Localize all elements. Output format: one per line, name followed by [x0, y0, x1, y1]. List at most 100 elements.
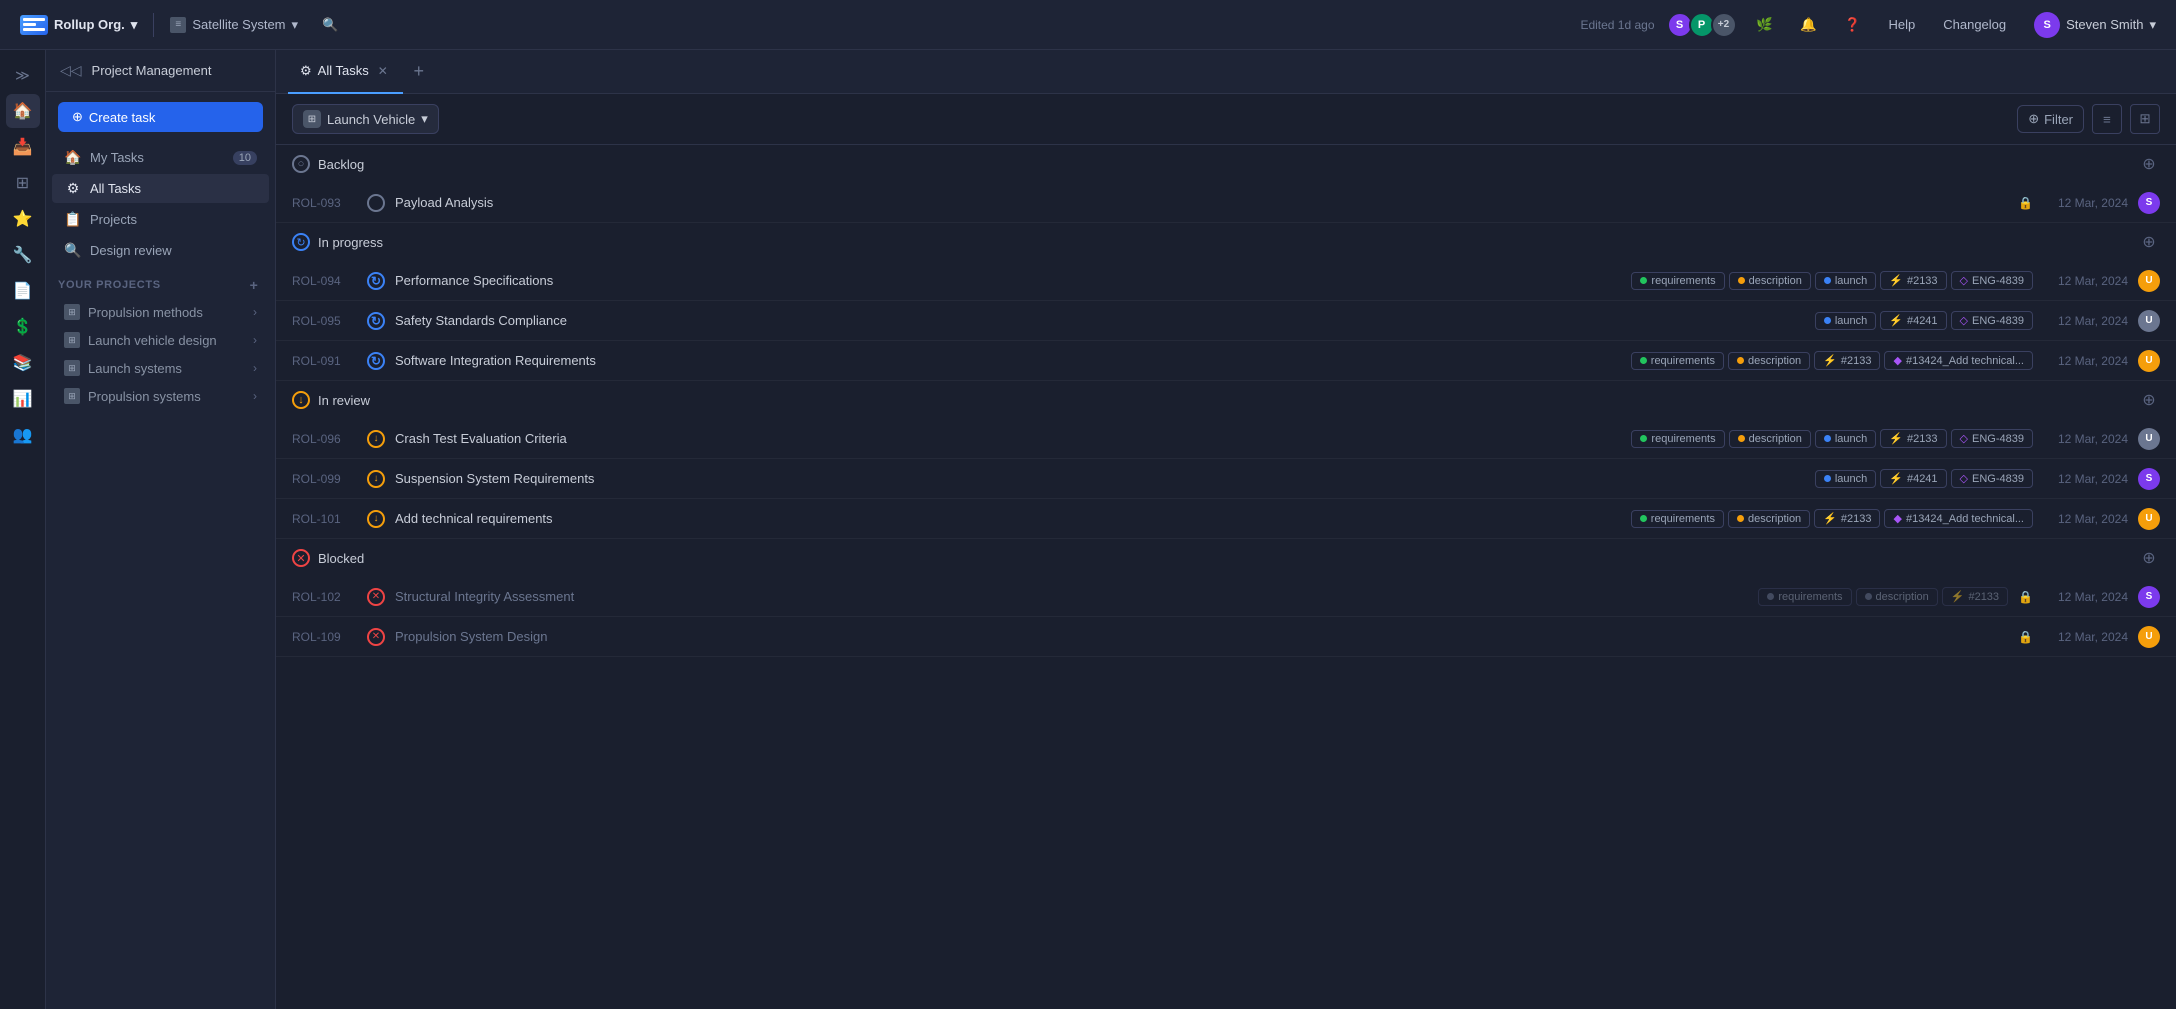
link-2133-096: ⚡#2133 [1880, 429, 1946, 448]
task-row-rol-095[interactable]: ROL-095 ↻ Safety Standards Compliance la… [276, 301, 2176, 341]
tab-add-button[interactable]: + [405, 58, 433, 86]
task-avatar-rol-099: S [2138, 468, 2160, 490]
topbar-right: Edited 1d ago S P +2 🌿 🔔 ❓ Help Changelo… [1580, 8, 2164, 42]
project-item-launch-vehicle-design[interactable]: ⊞ Launch vehicle design › [52, 327, 269, 353]
group-header-inprogress[interactable]: ↻ In progress ⊕ [276, 223, 2176, 261]
project-label-launch-systems: Launch systems [88, 361, 245, 376]
launch-vehicle-group-button[interactable]: ⊞ Launch Vehicle ▾ [292, 104, 439, 134]
main-layout: ≫ 🏠 📥 ⊞ ⭐ 🔧 📄 💲 📚 📊 👥 ◁◁ Project Managem… [0, 50, 2176, 1009]
left-panel-title: Project Management [92, 63, 263, 78]
nav-item-all-tasks[interactable]: ⚙ All Tasks [52, 174, 269, 203]
project-item-propulsion-systems[interactable]: ⊞ Propulsion systems › [52, 383, 269, 409]
all-tasks-icon: ⚙ [64, 180, 82, 197]
sidebar-icon-tools[interactable]: 🔧 [6, 238, 40, 272]
link-13424-101: ◆#13424_Add technical... [1884, 509, 2033, 528]
org-logo[interactable]: Rollup Org. ▾ [12, 11, 145, 39]
sidebar-icon-home[interactable]: 🏠 [6, 94, 40, 128]
link-2133-102: ⚡#2133 [1942, 587, 2008, 606]
sidebar-expand-button[interactable]: ≫ [6, 58, 40, 92]
group-title-inprogress: In progress [318, 235, 383, 250]
projects-add-button[interactable]: + [245, 276, 263, 294]
task-name-rol-102: Structural Integrity Assessment [395, 589, 1748, 604]
task-date-rol-099: 12 Mar, 2024 [2043, 472, 2128, 486]
project-icon-launch-systems: ⊞ [64, 360, 80, 376]
search-button[interactable]: 🔍 [314, 13, 346, 37]
diamond-icon-091: ◆ [1893, 354, 1901, 367]
group-add-backlog[interactable]: ⊕ [2138, 153, 2160, 175]
alerts-icon-button[interactable]: 🔔 [1793, 9, 1825, 41]
list-view-button[interactable]: ≡ [2092, 104, 2122, 134]
create-task-button[interactable]: ⊕ Create task [58, 102, 263, 132]
group-header-blocked[interactable]: ✕ Blocked ⊕ [276, 539, 2176, 577]
task-row-rol-094[interactable]: ROL-094 ↻ Performance Specifications req… [276, 261, 2176, 301]
group-header-review[interactable]: ↓ In review ⊕ [276, 381, 2176, 419]
tag-description-101: description [1728, 510, 1810, 528]
task-status-rol-094: ↻ [367, 272, 385, 290]
sidebar-icon-star[interactable]: ⭐ [6, 202, 40, 236]
sidebar-icon-report[interactable]: 📊 [6, 382, 40, 416]
sidebar-icon-book[interactable]: 📚 [6, 346, 40, 380]
link-icon-purple-099: ◇ [1960, 472, 1968, 485]
project-selector[interactable]: ≡ Satellite System ▾ [162, 13, 306, 37]
create-task-label: Create task [89, 110, 155, 125]
task-row-rol-091[interactable]: ROL-091 ↻ Software Integration Requireme… [276, 341, 2176, 381]
notifications-icon-button[interactable]: 🌿 [1749, 9, 1781, 41]
link-icon-102: ⚡ [1951, 590, 1965, 603]
tab-close-all-tasks[interactable]: ✕ [375, 63, 391, 79]
tag-description-102: description [1856, 588, 1938, 606]
task-tags-rol-102: requirements description ⚡#2133 [1758, 587, 2008, 606]
user-menu[interactable]: S Steven Smith ▾ [2026, 8, 2164, 42]
dot-blue-096 [1824, 435, 1831, 442]
task-row-rol-102[interactable]: ROL-102 ✕ Structural Integrity Assessmen… [276, 577, 2176, 617]
filter-label: Filter [2044, 112, 2073, 127]
topbar: Rollup Org. ▾ ≡ Satellite System ▾ 🔍 Edi… [0, 0, 2176, 50]
dot-green-096 [1640, 435, 1647, 442]
task-tags-rol-099: launch ⚡#4241 ◇ENG-4839 [1815, 469, 2033, 488]
sidebar-icon-layout[interactable]: ⊞ [6, 166, 40, 200]
group-header-backlog[interactable]: ○ Backlog ⊕ [276, 145, 2176, 183]
tag-requirements: requirements [1631, 272, 1724, 290]
nav-item-projects[interactable]: 📋 Projects [52, 205, 269, 234]
project-item-launch-systems[interactable]: ⊞ Launch systems › [52, 355, 269, 381]
tab-all-tasks[interactable]: ⚙ All Tasks ✕ [288, 50, 403, 94]
project-item-propulsion-methods[interactable]: ⊞ Propulsion methods › [52, 299, 269, 325]
group-add-blocked[interactable]: ⊕ [2138, 547, 2160, 569]
create-task-plus-icon: ⊕ [72, 109, 83, 125]
link-icon-4241: ⚡ [1889, 314, 1903, 327]
task-row-rol-101[interactable]: ROL-101 ↓ Add technical requirements req… [276, 499, 2176, 539]
task-row-rol-109[interactable]: ROL-109 ✕ Propulsion System Design 🔒 12 … [276, 617, 2176, 657]
task-row-rol-099[interactable]: ROL-099 ↓ Suspension System Requirements… [276, 459, 2176, 499]
link-13424-091: ◆#13424_Add technical... [1884, 351, 2033, 370]
all-tasks-label: All Tasks [90, 181, 257, 196]
link-2133-091: ⚡#2133 [1814, 351, 1880, 370]
link-icon-096: ⚡ [1889, 432, 1903, 445]
task-id-rol-094: ROL-094 [292, 274, 357, 288]
sidebar-icon-doc[interactable]: 📄 [6, 274, 40, 308]
task-row-rol-096[interactable]: ROL-096 ↓ Crash Test Evaluation Criteria… [276, 419, 2176, 459]
nav-item-my-tasks[interactable]: 🏠 My Tasks 10 [52, 143, 269, 172]
task-date-rol-102: 12 Mar, 2024 [2043, 590, 2128, 604]
project-icon-propulsion-systems: ⊞ [64, 388, 80, 404]
avatar-extra-users[interactable]: +2 [1711, 12, 1737, 38]
help-label[interactable]: Help [1881, 13, 1924, 36]
task-row-rol-093[interactable]: ROL-093 Payload Analysis 🔒 12 Mar, 2024 … [276, 183, 2176, 223]
project-icon-launch-vehicle: ⊞ [64, 332, 80, 348]
org-dropdown-icon: ▾ [131, 17, 138, 33]
changelog-label[interactable]: Changelog [1935, 13, 2014, 36]
nav-item-design-review[interactable]: 🔍 Design review [52, 236, 269, 265]
help-icon-button[interactable]: ❓ [1837, 9, 1869, 41]
collapse-panel-button[interactable]: ◁◁ [58, 60, 84, 81]
board-view-button[interactable]: ⊞ [2130, 104, 2160, 134]
sidebar-icon-inbox[interactable]: 📥 [6, 130, 40, 164]
group-add-inprogress[interactable]: ⊕ [2138, 231, 2160, 253]
sidebar-icon-users[interactable]: 👥 [6, 418, 40, 452]
task-name-rol-091: Software Integration Requirements [395, 353, 1621, 368]
dot-blue [1824, 277, 1831, 284]
link-eng-4839-095: ◇ENG-4839 [1951, 311, 2033, 330]
chevron-propulsion-systems: › [253, 389, 257, 403]
filter-button[interactable]: ⊕ Filter [2017, 105, 2084, 133]
link-icon-purple-095: ◇ [1960, 314, 1968, 327]
task-status-rol-093 [367, 194, 385, 212]
group-add-review[interactable]: ⊕ [2138, 389, 2160, 411]
sidebar-icon-dollar[interactable]: 💲 [6, 310, 40, 344]
